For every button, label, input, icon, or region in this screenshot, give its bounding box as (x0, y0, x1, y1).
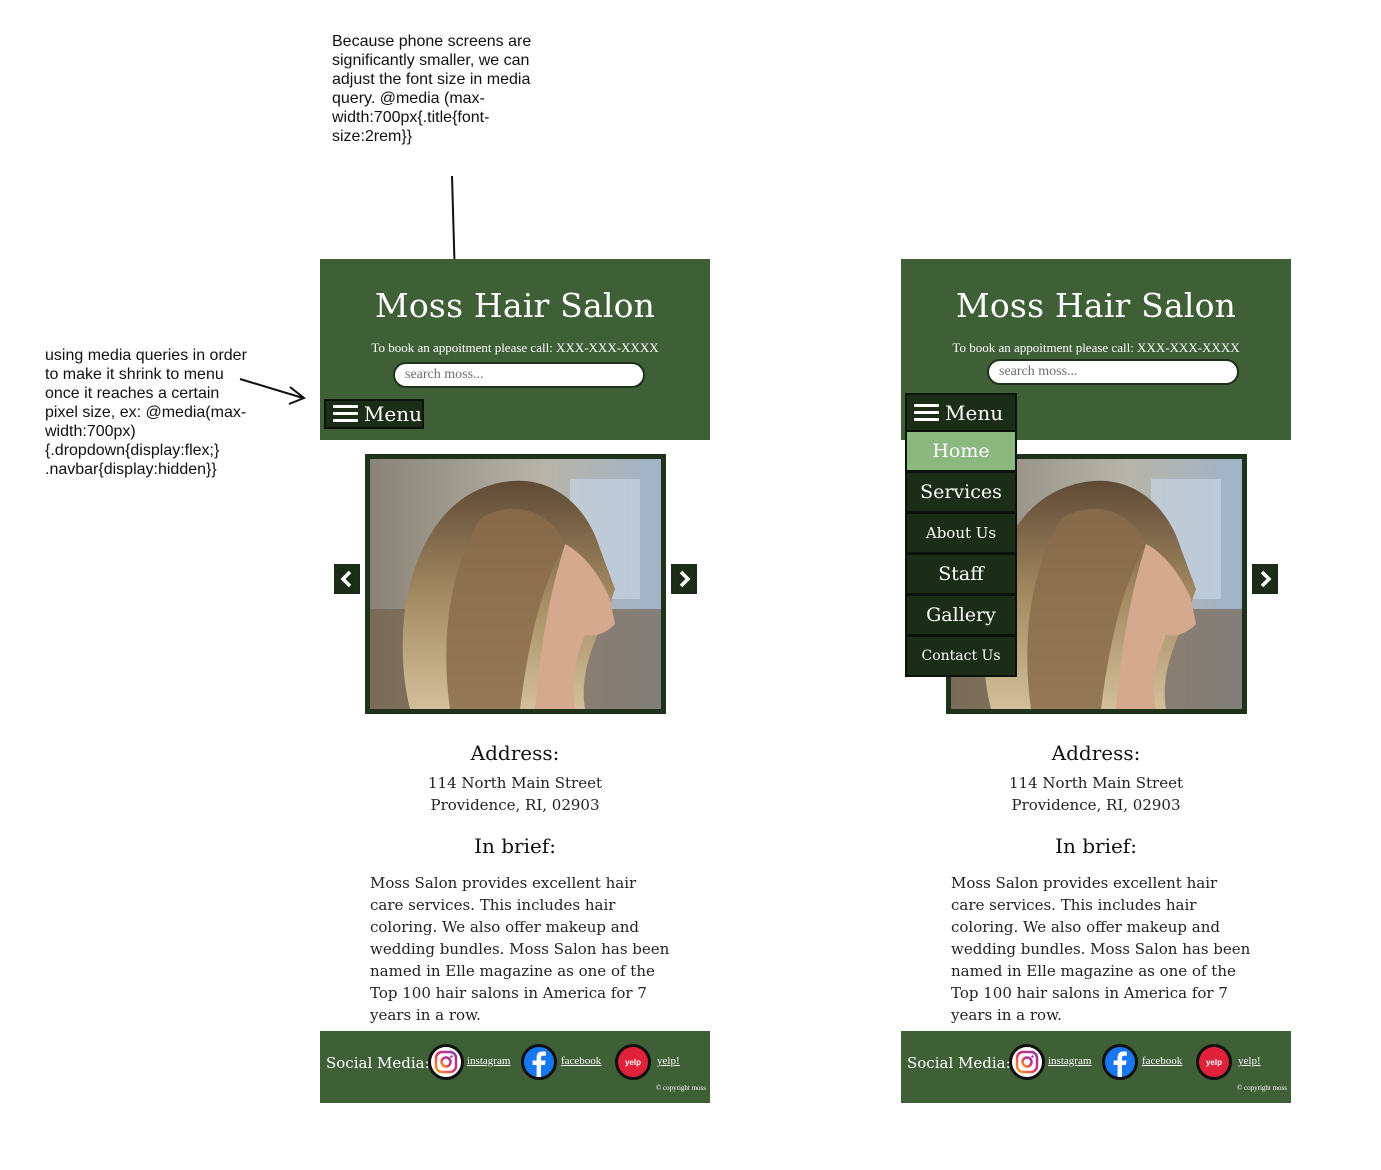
booking-text: To book an appoitment please call: XXX-X… (371, 340, 659, 355)
copyright-text: © copyright moss (1236, 1084, 1287, 1092)
address-line-1: 114 North Main Street (1009, 774, 1183, 792)
image-carousel (365, 454, 666, 714)
carousel-next-button[interactable] (1252, 564, 1278, 594)
copyright-text: © copyright moss (655, 1084, 706, 1092)
site-title: Moss Hair Salon (955, 286, 1237, 325)
yelp-link[interactable]: yelp! (1238, 1055, 1261, 1067)
yelp-icon[interactable]: yelp (1196, 1044, 1232, 1080)
brief-heading: In brief: (474, 834, 556, 858)
instagram-icon[interactable] (428, 1044, 464, 1080)
site-footer: Social Media: instagram facebook yelp ye… (320, 1031, 710, 1103)
address-line-2: Providence, RI, 02903 (1011, 796, 1181, 814)
yelp-link[interactable]: yelp! (657, 1055, 680, 1067)
site-header: Moss Hair Salon To book an appoitment pl… (320, 259, 710, 440)
salon-photo (365, 454, 666, 714)
instagram-icon[interactable] (1009, 1044, 1045, 1080)
address-heading: Address: (1051, 741, 1141, 765)
address-heading: Address: (470, 741, 560, 765)
instagram-link[interactable]: instagram (467, 1055, 510, 1067)
carousel-next-button[interactable] (671, 564, 697, 594)
brief-text: Moss Salon provides excellent hair care … (370, 874, 670, 1024)
menu-label: Menu (945, 400, 1004, 425)
facebook-icon[interactable] (1102, 1044, 1138, 1080)
menu-item-services[interactable]: Services (905, 472, 1017, 513)
mobile-mockup-collapsed: Moss Hair Salon To book an appoitment pl… (320, 259, 710, 1104)
site-footer: Social Media: instagram facebook yelp ye… (901, 1031, 1291, 1103)
facebook-icon[interactable] (521, 1044, 557, 1080)
menu-item-gallery[interactable]: Gallery (905, 595, 1017, 636)
chevron-right-icon (1254, 565, 1276, 593)
search-input[interactable] (987, 359, 1239, 385)
yelp-icon[interactable]: yelp (615, 1044, 651, 1080)
media-query-annotation: using media queries in order to make it … (45, 347, 247, 478)
brief-text: Moss Salon provides excellent hair care … (951, 874, 1251, 1024)
social-media-label: Social Media: (907, 1054, 1011, 1072)
booking-text: To book an appoitment please call: XXX-X… (952, 340, 1240, 355)
facebook-link[interactable]: facebook (1142, 1055, 1182, 1067)
menu-item-contact-us[interactable]: Contact Us (905, 636, 1017, 677)
hamburger-icon (914, 403, 939, 423)
menu-label: Menu (363, 402, 422, 426)
carousel-prev-button[interactable] (334, 564, 360, 594)
dropdown-menu: Home Services About Us Staff Gallery Con… (905, 431, 1017, 677)
facebook-link[interactable]: facebook (561, 1055, 601, 1067)
social-media-label: Social Media: (326, 1054, 430, 1072)
menu-item-home[interactable]: Home (905, 431, 1017, 472)
site-title: Moss Hair Salon (374, 286, 656, 325)
instagram-link[interactable]: instagram (1048, 1055, 1091, 1067)
brief-heading: In brief: (1055, 834, 1137, 858)
font-size-annotation: Because phone screens are significantly … (332, 33, 532, 145)
chevron-right-icon (673, 565, 695, 593)
menu-button[interactable]: Menu (324, 399, 424, 429)
hamburger-icon (333, 404, 358, 424)
chevron-left-icon (336, 565, 358, 593)
mobile-mockup-expanded: Moss Hair Salon To book an appoitment pl… (901, 259, 1291, 1104)
menu-item-staff[interactable]: Staff (905, 554, 1017, 595)
address-line-2: Providence, RI, 02903 (430, 796, 600, 814)
menu-button[interactable]: Menu (905, 393, 1017, 431)
menu-item-about-us[interactable]: About Us (905, 513, 1017, 554)
address-line-1: 114 North Main Street (428, 774, 602, 792)
search-input[interactable] (393, 362, 645, 388)
